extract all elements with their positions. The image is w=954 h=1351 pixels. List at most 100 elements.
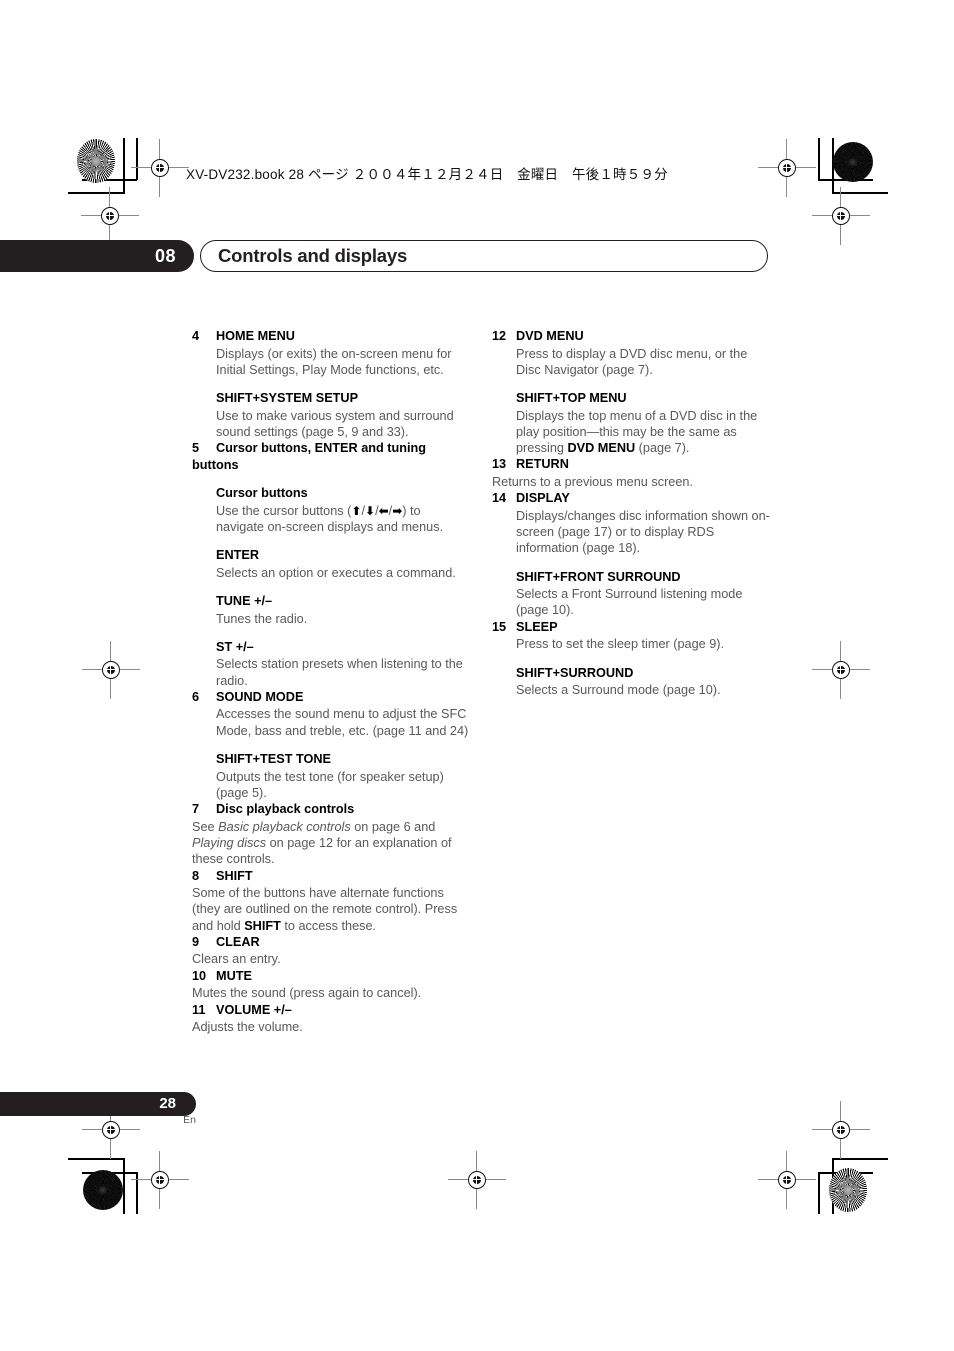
control-entry-heading-4: 4 HOME MENU [192, 328, 470, 345]
control-entry-description: Accesses the sound menu to adjust the SF… [216, 707, 469, 738]
crop-mark-top-right-h1 [818, 179, 873, 181]
control-entry-description: Returns to a previous menu screen. [492, 474, 693, 489]
control-entry-13: 13 RETURN Returns to a previous menu scree… [492, 456, 770, 490]
control-entry-heading-9: 9 CLEAR [192, 934, 470, 951]
language-code: En [183, 1114, 196, 1126]
control-entry-6: 6 SOUND MODE Accesses the sound menu to ad… [192, 689, 470, 801]
control-entry-label: Disc playback controls [216, 802, 355, 817]
control-subentry-description: Outputs the test tone (for speaker setup… [216, 769, 444, 800]
control-subentry-label: SHIFT+TOP MENU [516, 391, 627, 406]
control-subentry-description: Use to make various system and surround … [216, 408, 454, 439]
control-entry-heading-14: 14 DISPLAY [492, 490, 770, 507]
control-entry-10: 10 MUTE Mutes the sound (press again to ca… [192, 968, 470, 1002]
column-right: 12 DVD MENU Press to display a DVD disc me… [492, 328, 770, 698]
print-marks-layer [0, 0, 954, 1351]
registration-mark-lower-left [82, 1101, 140, 1159]
control-subentry-description: Selects station presets when listening t… [216, 657, 463, 688]
control-subentry-label: SHIFT+TEST TONE [216, 752, 332, 767]
control-entry-description: Press to display a DVD disc menu, or the… [516, 346, 748, 377]
control-entry-number: 11 [192, 1002, 206, 1017]
registration-mark-bottom-right [758, 1151, 816, 1209]
control-subentry-description: Displays the top menu of a DVD disc in t… [516, 408, 758, 456]
control-entry-4: 4 HOME MENU Displays (or exits) the on-scr… [192, 328, 470, 440]
control-entry-label: RETURN [516, 457, 569, 472]
control-entry-label: DVD MENU [516, 329, 584, 343]
control-entry-number: 7 [192, 802, 200, 817]
registration-mark-upper-left [81, 187, 139, 245]
control-entry-heading-7: 7 Disc playback controls [192, 801, 470, 818]
crop-mark-bottom-right-h1 [818, 1172, 873, 1174]
color-rosette-top-right [833, 142, 873, 182]
control-entry-description: Some of the buttons have alternate funct… [192, 886, 458, 933]
registration-mark-upper-right [812, 187, 870, 245]
control-entry-5: 5 Cursor buttons, ENTER and tuning button… [192, 440, 470, 689]
control-entry-heading-8: 8 SHIFT [192, 868, 470, 885]
control-entry-14: 14 DISPLAY Displays/changes disc informati… [492, 490, 770, 618]
crop-mark-top-left-h2 [82, 179, 137, 181]
crop-mark-bottom-left-h2 [82, 1172, 137, 1174]
control-entry-label: CLEAR [216, 934, 260, 949]
control-entry-number: 10 [192, 968, 207, 983]
control-entry-number: 9 [192, 934, 200, 949]
registration-mark-lower-right [812, 1101, 870, 1159]
running-head-filename: XV-DV232.book 28 ページ ２００４年１２月２４日 金曜日 午後１… [186, 167, 668, 182]
column-left: 4 HOME MENU Displays (or exits) the on-scr… [192, 328, 470, 1035]
control-entry-number: 8 [192, 868, 200, 883]
control-entry-description: Press to set the sleep timer (page 9). [516, 637, 725, 652]
control-subentry-description: Selects a Front Surround listening mode … [516, 587, 743, 618]
registration-mark-bottom-left [131, 1151, 189, 1209]
control-entry-8: 8 SHIFT Some of the buttons have alternate… [192, 868, 470, 934]
registration-mark-bottom-center [448, 1151, 506, 1209]
crop-mark-top-left-v1 [123, 138, 125, 194]
control-entry-heading-6: 6 SOUND MODE [192, 689, 470, 706]
control-entry-description: Displays/changes disc information shown … [516, 508, 770, 556]
color-rosette-bottom-right [829, 1168, 867, 1212]
crop-mark-bottom-left-h1 [68, 1158, 124, 1160]
control-entry-label: Cursor buttons, ENTER and tuning buttons [192, 441, 427, 472]
control-subentry-description: Selects a Surround mode (page 10). [516, 683, 721, 698]
control-entry-heading-11: 11 VOLUME +/– [192, 1002, 470, 1019]
crop-mark-bottom-right-v2 [832, 1158, 834, 1214]
control-subentry-label: Cursor buttons [216, 486, 308, 501]
control-entry-description: Mutes the sound (press again to cancel). [192, 986, 422, 1001]
control-subentry-description: Use the cursor buttons (⬆/⬇/⬅/➡) to navi… [216, 503, 444, 534]
control-entry-7: 7 Disc playback controls See Basic playbac… [192, 801, 470, 867]
control-subentry-label: TUNE +/– [216, 594, 273, 609]
control-entry-number: 15 [492, 619, 507, 634]
control-entry-number: 12 [492, 329, 507, 343]
page-title: Controls and displays [218, 245, 408, 266]
control-entry-number: 4 [192, 329, 200, 343]
control-subentry-label: SHIFT+SURROUND [516, 665, 634, 680]
control-entry-heading-15: 15 SLEEP [492, 619, 770, 636]
crop-mark-top-left-v2 [136, 138, 138, 180]
control-entry-label: DISPLAY [516, 491, 570, 506]
color-rosette-bottom-left [83, 1170, 123, 1210]
control-entry-description: See Basic playback controls on page 6 an… [192, 819, 452, 867]
page-number-badge: 28 [0, 1092, 196, 1116]
crop-mark-bottom-right-v1 [818, 1172, 820, 1214]
control-entry-heading-12: 12 DVD MENU [492, 328, 770, 345]
control-subentry-label: ENTER [216, 548, 259, 563]
chapter-header: 08 Controls and displays [0, 240, 768, 272]
registration-mark-mid-left [82, 641, 140, 699]
control-entry-label: MUTE [216, 968, 252, 983]
crop-mark-bottom-right-h2 [832, 1158, 888, 1160]
control-entry-12: 12 DVD MENU Press to display a DVD disc me… [492, 328, 770, 456]
control-entry-number: 6 [192, 689, 200, 704]
control-entry-heading-10: 10 MUTE [192, 968, 470, 985]
control-subentry-description: Selects an option or executes a command. [216, 565, 456, 580]
control-entry-heading-5: 5 Cursor buttons, ENTER and tuning button… [192, 440, 470, 473]
chapter-number-badge: 08 [0, 240, 194, 272]
control-entry-label: HOME MENU [216, 329, 295, 343]
crop-mark-top-right-v1 [818, 138, 820, 180]
control-entry-number: 13 [492, 457, 507, 472]
registration-mark-mid-right [812, 641, 870, 699]
control-subentry-description: Tunes the radio. [216, 611, 308, 626]
crop-mark-bottom-left-v2 [136, 1172, 138, 1214]
control-entry-label: SOUND MODE [216, 689, 304, 704]
control-entry-description: Adjusts the volume. [192, 1020, 303, 1035]
registration-mark-top-left [131, 139, 189, 197]
registration-mark-top-right [758, 139, 816, 197]
control-entry-9: 9 CLEAR Clears an entry. [192, 934, 470, 968]
control-entry-description: Clears an entry. [192, 952, 281, 967]
